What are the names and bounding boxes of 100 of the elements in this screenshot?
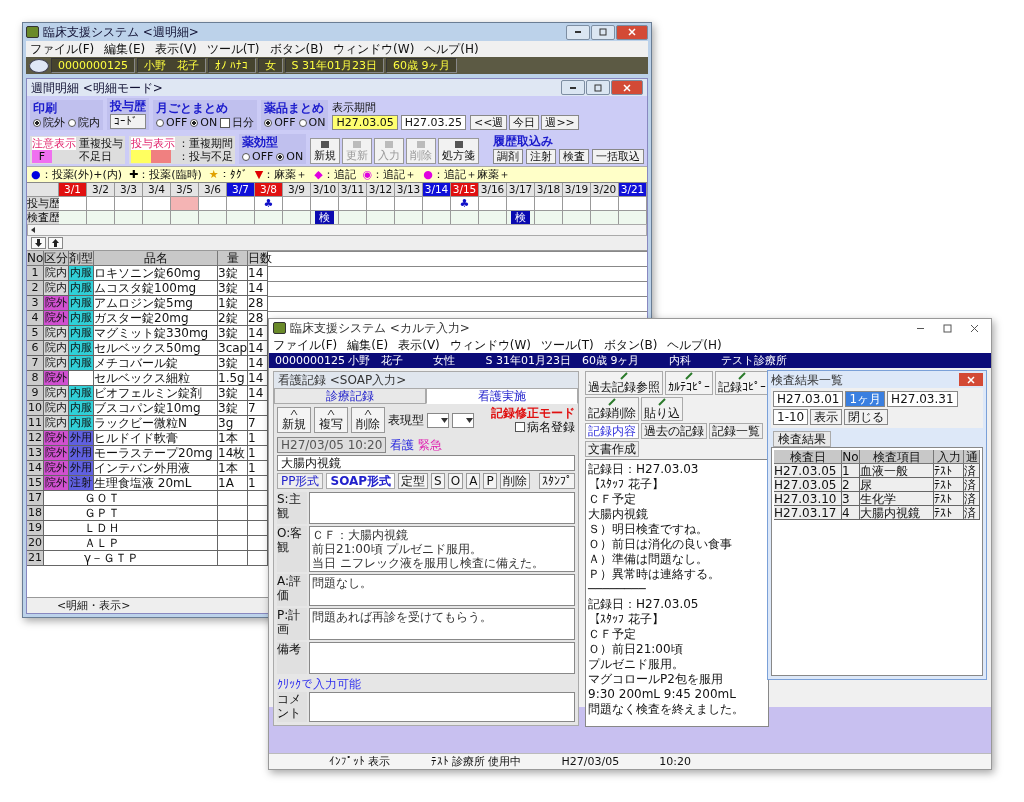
toolbar-button[interactable]: 記録ｺﾋﾟｰ xyxy=(715,371,769,395)
menu-item[interactable]: 表示(V) xyxy=(155,42,197,56)
close-button[interactable] xyxy=(616,24,648,40)
date-field[interactable]: H27.03.05 xyxy=(332,115,398,130)
action-button[interactable]: 新規 xyxy=(277,407,311,433)
menu-item[interactable]: ボタン(B) xyxy=(603,338,658,352)
radio-option[interactable]: OFF xyxy=(264,116,296,129)
range-field[interactable]: 1-10 xyxy=(773,409,809,425)
menu-item[interactable]: ヘルプ(H) xyxy=(667,338,722,352)
menu-item[interactable]: ファイル(F) xyxy=(30,42,95,56)
radio-option[interactable]: OFF xyxy=(242,150,274,163)
radio-option[interactable]: 院内 xyxy=(68,116,100,129)
checkbox[interactable]: 日分 xyxy=(220,116,255,129)
dialog-button[interactable]: 閉じる xyxy=(844,409,889,425)
toolbar-button[interactable]: ｶﾙﾃｺﾋﾟｰ xyxy=(665,371,713,395)
toolbar-button[interactable]: 記録削除 xyxy=(585,397,639,421)
tab[interactable]: 看護実施 xyxy=(426,388,578,404)
square-icon xyxy=(384,140,395,149)
text-area[interactable]: 問題あれば再診を受けてもらう。 xyxy=(309,608,575,640)
lab-item: ＬＤＨ xyxy=(44,521,218,536)
nav-button[interactable]: 今日 xyxy=(509,115,540,130)
date-header: 3/8 xyxy=(255,183,283,196)
dialog-button[interactable]: 表示 xyxy=(810,409,843,425)
toolbar-button[interactable]: 貼り込 xyxy=(641,397,683,421)
date-field[interactable]: H27.03.01 xyxy=(773,391,844,407)
text-area[interactable]: 問題なし。 xyxy=(309,574,575,606)
toolbar-button[interactable]: 新規 xyxy=(310,138,341,164)
menu-item[interactable]: ウィンドウ(W) xyxy=(333,42,415,56)
minimize-button[interactable] xyxy=(561,80,585,95)
text-area[interactable] xyxy=(309,642,575,674)
amount-cell: 14枚 xyxy=(218,446,248,461)
log-line: Ｓ）明日検査ですね。 xyxy=(588,522,709,537)
menu-item[interactable]: 編集(E) xyxy=(347,338,389,352)
menu-item[interactable]: 表示(V) xyxy=(398,338,440,352)
import-button[interactable]: 調剤 xyxy=(493,149,523,164)
legend-text: ：追記 xyxy=(322,168,356,181)
close-button[interactable] xyxy=(959,373,983,386)
document-button[interactable]: 文書作成 xyxy=(585,441,639,457)
format-button[interactable]: 定型 xyxy=(398,473,429,489)
radio-option[interactable]: ON xyxy=(190,116,218,129)
amount-cell: 3cap xyxy=(218,341,248,356)
division-tag: 院内 xyxy=(44,356,69,371)
format-button[interactable]: P xyxy=(483,473,497,489)
text-area[interactable] xyxy=(309,492,575,524)
unit-field[interactable]: 1ヶ月 xyxy=(845,391,886,407)
scroll-left-icon[interactable] xyxy=(29,226,37,234)
legend-symbol: ● xyxy=(423,168,433,181)
radio-option[interactable]: OFF xyxy=(156,116,188,129)
tab[interactable]: 過去の記録 xyxy=(641,423,707,439)
comment-field[interactable] xyxy=(309,692,575,722)
menu-item[interactable]: ツール(T) xyxy=(206,42,260,56)
tab[interactable]: 記録一覧 xyxy=(709,423,763,439)
menu-item[interactable]: ボタン(B) xyxy=(269,42,324,56)
stamp-button[interactable]: ｽﾀﾝﾌﾟ xyxy=(539,473,575,489)
tab[interactable]: 記録内容 xyxy=(585,423,639,439)
menu-item[interactable]: 編集(E) xyxy=(104,42,146,56)
minimize-button[interactable] xyxy=(566,24,590,40)
division-tag: 院内 xyxy=(44,416,69,431)
action-button[interactable]: 削除 xyxy=(351,407,385,433)
format-button[interactable]: S xyxy=(431,473,445,489)
nav-button[interactable]: <<週 xyxy=(469,115,508,130)
tab[interactable]: 診療記録 xyxy=(274,388,426,404)
datetime-field[interactable]: H27/03/05 10:20 xyxy=(277,437,387,453)
scrollbar[interactable] xyxy=(27,224,647,236)
menu-item[interactable]: ツール(T) xyxy=(541,338,594,352)
form-tag: 内服 xyxy=(69,281,94,296)
close-button[interactable] xyxy=(611,80,643,95)
radio-option[interactable]: ON xyxy=(276,150,304,163)
text-area[interactable]: ＣＦ：大腸内視鏡 前日21:00頃 プルゼニド服用。 当日 ニフレック液を服用し検査に備えた。 xyxy=(309,526,575,572)
menu-item[interactable]: ファイル(F) xyxy=(273,338,338,352)
action-button[interactable]: 複写 xyxy=(314,407,348,433)
radio-option[interactable]: ON xyxy=(298,116,326,129)
menu-item[interactable]: ヘルプ(H) xyxy=(424,42,479,56)
format-button[interactable]: A xyxy=(466,473,481,489)
import-button[interactable]: 検査 xyxy=(559,149,589,164)
type-dropdown[interactable] xyxy=(427,412,449,428)
problem-field[interactable]: 大腸内視鏡 xyxy=(277,455,575,471)
close-icon xyxy=(967,375,975,384)
nav-button[interactable]: 週>> xyxy=(541,115,579,130)
column-header: 入力 xyxy=(934,450,964,464)
dropdown[interactable] xyxy=(452,412,474,428)
date-field[interactable]: H27.03.25 xyxy=(400,115,466,130)
patient-field: S 31年01月23日 60歳 9ヶ月 xyxy=(485,354,640,367)
date-field[interactable]: H27.03.31 xyxy=(887,391,958,407)
import-all-button[interactable]: 一括取込 xyxy=(592,149,644,164)
move-down-button[interactable] xyxy=(31,237,46,249)
code-button[interactable]: ｺｰﾄﾞ xyxy=(110,114,146,129)
toolbar-button[interactable]: 過去記録参照 xyxy=(585,371,663,395)
format-button[interactable]: O xyxy=(447,473,464,489)
menu-item[interactable]: ウィンドウ(W) xyxy=(449,338,532,352)
radio-option[interactable]: 院外 xyxy=(33,116,65,129)
move-up-button[interactable] xyxy=(48,237,63,249)
toolbar-button[interactable]: 処方箋 xyxy=(438,138,480,164)
date-header: 3/5 xyxy=(171,183,199,196)
import-button[interactable]: 注射 xyxy=(526,149,556,164)
checkbox[interactable]: 病名登録 xyxy=(515,420,575,434)
tab[interactable]: 検査結果 xyxy=(773,431,831,447)
format-tab[interactable]: PP形式 xyxy=(277,473,324,489)
format-button[interactable]: 削除 xyxy=(499,473,530,489)
format-tab[interactable]: SOAP形式 xyxy=(326,473,396,489)
